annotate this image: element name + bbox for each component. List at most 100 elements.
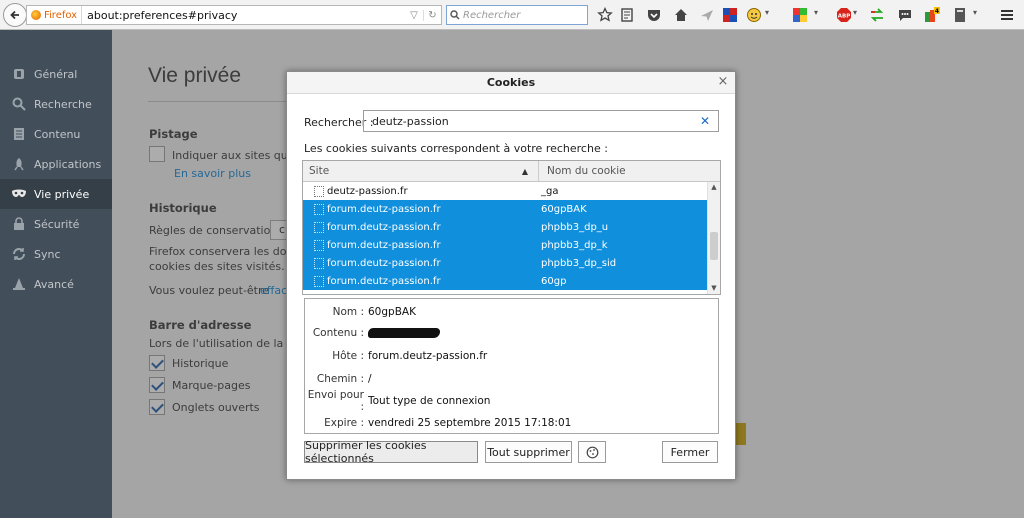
redacted-content (368, 328, 440, 338)
cookie-search-input[interactable]: deutz-passion ✕ (363, 110, 719, 132)
color-picker-icon[interactable] (792, 7, 808, 23)
sidebar-item-label: Sync (34, 247, 61, 261)
cookie-table[interactable]: Site ▲ Nom du cookie deutz-passion.fr _g… (302, 160, 721, 295)
sidebar-item-label: Contenu (34, 127, 81, 141)
scroll-up-icon[interactable]: ▲ (708, 182, 720, 193)
mask-icon (11, 187, 27, 201)
cookies-dialog: Cookies × Rechercher : deutz-passion ✕ L… (286, 71, 736, 480)
table-row[interactable]: forum.deutz-passion.fr phpbb3_dp_sid (303, 254, 708, 272)
content-icon (11, 127, 27, 141)
sidebar-item-content[interactable]: Contenu (0, 119, 112, 149)
identity-label: Firefox (44, 9, 78, 21)
close-button[interactable]: Fermer (662, 441, 718, 463)
sidebar-item-label: Recherche (34, 97, 92, 111)
sidebar-item-label: Général (34, 67, 78, 81)
notification-count: 4 (935, 8, 939, 15)
detail-send-row: Envoi pour : Tout type de connexion (307, 389, 491, 413)
detail-content-row: Contenu : (305, 325, 718, 341)
svg-text:ABP: ABP (838, 14, 850, 20)
scroll-down-icon[interactable]: ▼ (708, 283, 720, 294)
cookie-icon (314, 203, 324, 215)
column-site-header[interactable]: Site ▲ (303, 161, 539, 181)
scrollbar-thumb[interactable] (710, 232, 718, 260)
wizard-hat-icon (11, 277, 27, 291)
chevron-down-icon[interactable]: ▾ (765, 8, 769, 17)
cookie-icon (314, 221, 324, 233)
detail-host-row: Hôte : forum.deutz-passion.fr (332, 350, 488, 362)
notification-addon-icon[interactable]: 4 (924, 7, 940, 23)
general-icon (11, 67, 27, 81)
close-icon[interactable]: × (716, 75, 730, 89)
hamburger-menu-icon[interactable] (999, 7, 1015, 23)
sync-arrows-icon[interactable] (869, 7, 885, 23)
search-placeholder: Rechercher (463, 9, 521, 21)
cookie-icon (314, 185, 324, 197)
table-row[interactable]: forum.deutz-passion.fr 60gp (303, 272, 708, 290)
cookie-icon (314, 275, 324, 287)
delete-all-button[interactable]: Tout supprimer (485, 441, 572, 463)
detail-name-row: Nom : 60gpBAK (332, 306, 416, 318)
adblock-icon[interactable]: ABP (836, 7, 852, 23)
rocket-icon (11, 157, 27, 171)
sidebar-item-advanced[interactable]: Avancé (0, 269, 112, 299)
navigation-toolbar: Firefox about:preferences#privacy ▽ ↻ Re… (0, 0, 1024, 30)
sidebar-item-security[interactable]: Sécurité (0, 209, 112, 239)
sidebar-item-label: Avancé (34, 277, 74, 291)
chevron-down-icon[interactable]: ▾ (814, 8, 818, 17)
identity-badge[interactable]: Firefox (27, 6, 83, 24)
firefox-logo-icon (31, 10, 41, 20)
smiley-addon-icon[interactable] (746, 7, 762, 23)
table-row[interactable]: forum.deutz-passion.fr 60gpBAK (303, 200, 708, 218)
sidebar-item-label: Sécurité (34, 217, 80, 231)
sidebar-item-general[interactable]: Général (0, 59, 112, 89)
sidebar-item-applications[interactable]: Applications (0, 149, 112, 179)
cookie-exceptions-button[interactable] (578, 441, 606, 463)
table-row[interactable]: forum.deutz-passion.fr phpbb3_dp_k (303, 236, 708, 254)
chat-bubble-icon[interactable] (897, 7, 913, 23)
url-bar[interactable]: Firefox about:preferences#privacy ▽ ↻ (26, 5, 442, 25)
column-cookie-name-header[interactable]: Nom du cookie (539, 161, 720, 181)
table-scrollbar[interactable]: ▲ ▼ (707, 182, 720, 294)
table-row[interactable]: forum.deutz-passion.fr phpbb3_dp_u (303, 218, 708, 236)
chevron-down-icon[interactable]: ▾ (853, 8, 857, 17)
url-text[interactable]: about:preferences#privacy (82, 9, 405, 22)
reload-icon[interactable]: ↻ (423, 9, 441, 21)
sort-ascending-icon: ▲ (521, 166, 528, 176)
dialog-title: Cookies (287, 72, 735, 94)
detail-path-row: Chemin : / (316, 373, 372, 385)
cookie-search-value: deutz-passion (372, 114, 449, 128)
table-row[interactable]: deutz-passion.fr _ga (303, 182, 708, 200)
home-icon[interactable] (673, 7, 689, 23)
document-icon[interactable] (952, 7, 968, 23)
reading-list-icon[interactable] (619, 7, 635, 23)
cookie-details-panel: Nom : 60gpBAK Contenu : Hôte : forum.deu… (304, 298, 719, 434)
table-body: deutz-passion.fr _ga forum.deutz-passion… (303, 182, 708, 290)
cookie-icon (314, 239, 324, 251)
sidebar-item-label: Applications (34, 157, 102, 171)
search-bar[interactable]: Rechercher (446, 5, 588, 25)
back-button[interactable] (3, 3, 27, 27)
magnifier-icon[interactable] (447, 10, 463, 20)
cookie-icon (314, 257, 324, 269)
sidebar-item-privacy[interactable]: Vie privée (0, 179, 112, 209)
send-tab-icon[interactable] (699, 7, 715, 23)
flag-grid-icon[interactable] (722, 7, 738, 23)
dropdown-history-icon[interactable]: ▽ (405, 10, 423, 21)
pocket-icon[interactable] (646, 7, 662, 23)
sidebar-item-search[interactable]: Recherche (0, 89, 112, 119)
arrow-left-icon (10, 10, 19, 20)
cookie-settings-icon (586, 446, 598, 458)
search-icon (11, 97, 27, 111)
clear-search-icon[interactable]: ✕ (700, 114, 710, 128)
sidebar-item-label: Vie privée (34, 187, 90, 201)
preferences-sidebar: Général Recherche Contenu Applications V… (0, 30, 112, 518)
bookmark-star-icon[interactable] (597, 7, 613, 23)
lock-icon (11, 217, 27, 231)
sidebar-item-sync[interactable]: Sync (0, 239, 112, 269)
delete-selected-button[interactable]: Supprimer les cookies sélectionnés (304, 439, 478, 465)
sync-icon (11, 247, 27, 261)
table-header: Site ▲ Nom du cookie (303, 161, 720, 182)
detail-expires-row: Expire : vendredi 25 septembre 2015 17:1… (324, 417, 572, 429)
search-results-info: Les cookies suivants correspondent à vot… (304, 142, 608, 155)
chevron-down-icon[interactable]: ▾ (973, 8, 977, 17)
